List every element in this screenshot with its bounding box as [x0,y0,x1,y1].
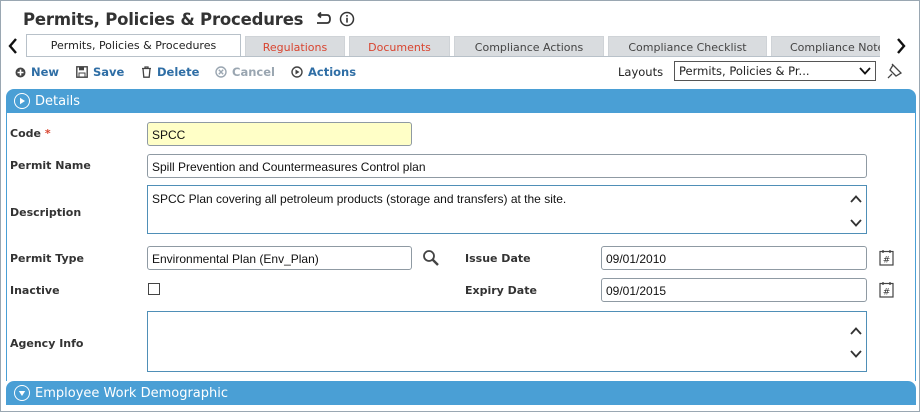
save-icon [76,66,88,78]
new-label: New [31,65,60,79]
tab-label: Compliance Actions [474,40,584,54]
tabs-container: Permits, Policies & Procedures Regulatio… [26,34,880,57]
search-icon[interactable] [422,249,440,270]
tab-compliance-notes[interactable]: Compliance Notes [771,36,880,56]
back-arrow-icon[interactable] [313,12,332,26]
pin-icon[interactable] [886,62,904,83]
scroll-up-icon[interactable] [850,324,862,338]
tab-label: Permits, Policies & Procedures [50,39,217,52]
tab-regulations[interactable]: Regulations [245,36,345,56]
tab-compliance-checklist[interactable]: Compliance Checklist [608,36,767,56]
actions-icon [291,66,303,78]
expiry-date-label: Expiry Date [465,284,537,297]
actions-label: Actions [308,65,357,79]
layouts-label: Layouts [618,65,664,79]
tab-label: Compliance Notes [790,40,880,54]
permit-type-label: Permit Type [10,252,84,265]
expand-icon [14,385,30,401]
inactive-label: Inactive [10,284,60,297]
details-section-header[interactable]: Details [6,89,916,113]
info-icon[interactable] [339,11,355,27]
permit-name-label: Permit Name [10,159,91,172]
calendar-icon[interactable]: # [879,281,894,301]
save-button[interactable]: Save [76,65,124,79]
permit-type-field[interactable]: Environmental Plan (Env_Plan) [147,246,412,270]
svg-text:#: # [883,256,891,266]
inactive-checkbox[interactable] [148,283,160,295]
tab-label: Regulations [262,40,328,54]
chevron-left-icon[interactable] [3,34,23,57]
tab-label: Compliance Checklist [628,40,747,54]
scroll-up-icon[interactable] [850,192,862,206]
expiry-date-field[interactable]: 09/01/2015 [601,278,867,302]
code-field[interactable]: SPCC [147,122,412,146]
employee-work-demographic-header[interactable]: Employee Work Demographic [6,381,916,405]
expand-icon [14,93,30,109]
save-label: Save [93,65,125,79]
actions-button[interactable]: Actions [291,65,356,79]
cancel-label: Cancel [232,65,275,79]
layouts-value: Permits, Policies & Pr... [679,64,810,78]
description-text: SPCC Plan covering all petroleum product… [152,192,567,206]
tab-label: Documents [368,40,431,54]
issue-date-field[interactable]: 09/01/2010 [601,246,867,270]
page-title: Permits, Policies & Procedures [23,9,304,29]
agency-info-label: Agency Info [10,337,84,350]
description-label: Description [10,206,82,219]
tab-strip: Permits, Policies & Procedures Regulatio… [1,34,920,57]
new-button[interactable]: New [15,65,59,79]
app-window: Permits, Policies & Procedures Permits, … [0,0,920,412]
permit-name-field[interactable]: Spill Prevention and Countermeasures Con… [147,154,867,178]
svg-text:#: # [883,288,891,298]
dropdown-icon [859,65,871,79]
layouts-select[interactable]: Permits, Policies & Pr... [674,61,876,81]
plus-icon [15,67,26,77]
tab-compliance-actions[interactable]: Compliance Actions [454,36,604,56]
tab-documents[interactable]: Documents [349,36,450,56]
calendar-icon[interactable]: # [879,249,894,269]
scroll-down-icon[interactable] [850,216,862,230]
employee-header-label: Employee Work Demographic [35,385,229,401]
required-mark: * [44,127,51,140]
tab-permits-policies-procedures[interactable]: Permits, Policies & Procedures [26,34,241,56]
chevron-right-icon[interactable] [891,34,911,57]
agency-info-field[interactable] [147,311,867,372]
details-header-label: Details [35,93,81,109]
trash-icon [142,66,151,78]
cancel-button[interactable]: Cancel [215,65,275,79]
issue-date-label: Issue Date [465,252,531,265]
toolbar: New Save Delete Cancel Actions Layouts P… [1,61,920,85]
delete-button[interactable]: Delete [141,65,199,79]
delete-label: Delete [157,65,200,79]
cancel-icon [215,66,227,78]
description-field[interactable]: SPCC Plan covering all petroleum product… [147,185,867,234]
scroll-down-icon[interactable] [850,347,862,361]
title-bar: Permits, Policies & Procedures [23,8,355,30]
code-label: Code * [10,127,51,140]
